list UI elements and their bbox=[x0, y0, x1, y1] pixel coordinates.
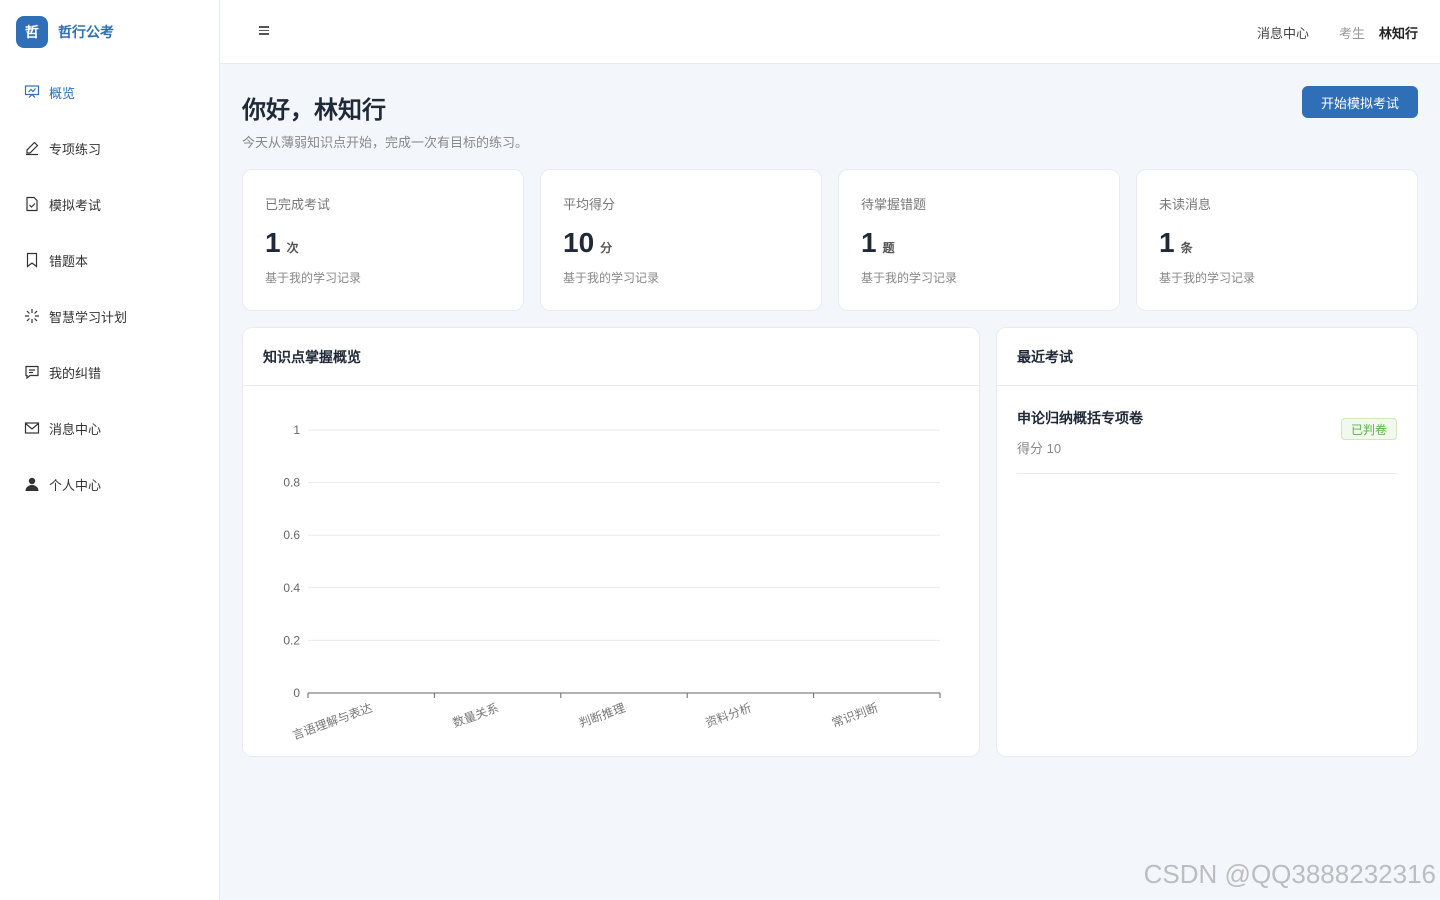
sidebar-item-practice[interactable]: 专项练习 bbox=[0, 120, 219, 176]
sidebar-item-label: 智慧学习计划 bbox=[49, 309, 128, 325]
sidebar-item-label: 消息中心 bbox=[49, 421, 102, 437]
stats-row: 已完成考试 1 次 基于我的学习记录 平均得分 10 分 基于我的学习记录 待掌… bbox=[242, 169, 1418, 311]
brand[interactable]: 哲 哲行公考 bbox=[0, 0, 219, 64]
page-title: 你好，林知行 bbox=[242, 97, 386, 124]
sidebar-item-study-plan[interactable]: 智慧学习计划 bbox=[0, 288, 219, 344]
file-check-icon bbox=[24, 196, 40, 212]
sidebar-item-label: 概览 bbox=[49, 85, 76, 101]
knowledge-chart-card: 知识点掌握概览 0 0.2 0.4 0.6 0.8 1 言语理解与表达 数量关系 判断推理 资料分… bbox=[242, 327, 980, 757]
user-role-label: 考生 bbox=[1338, 25, 1365, 41]
x-tick-label: 言语理解与表达 bbox=[290, 701, 374, 743]
user-name[interactable]: 林知行 bbox=[1379, 23, 1418, 42]
sidebar-item-mock-exam[interactable]: 模拟考试 bbox=[0, 176, 219, 232]
knowledge-bar-chart: 0 0.2 0.4 0.6 0.8 1 言语理解与表达 数量关系 判断推理 资料分析 常识判断 bbox=[283, 423, 941, 743]
sidebar-item-label: 我的纠错 bbox=[49, 365, 102, 381]
y-tick-label: 1 bbox=[293, 423, 300, 437]
stat-unit: 分 bbox=[600, 241, 613, 255]
stat-unit: 题 bbox=[882, 241, 895, 255]
stat-note: 基于我的学习记录 bbox=[265, 271, 362, 285]
user-icon bbox=[24, 476, 40, 492]
exam-score: 得分 10 bbox=[1017, 441, 1062, 456]
stat-value: 10 bbox=[563, 227, 595, 258]
brand-name: 哲行公考 bbox=[58, 24, 114, 40]
y-tick-label: 0.4 bbox=[283, 581, 300, 595]
y-tick-label: 0.6 bbox=[283, 528, 300, 542]
stat-note: 基于我的学习记录 bbox=[1159, 271, 1256, 285]
x-tick-label: 常识判断 bbox=[830, 700, 880, 731]
sidebar-item-messages[interactable]: 消息中心 bbox=[0, 400, 219, 456]
stat-card-unread-messages: 未读消息 1 条 基于我的学习记录 bbox=[1136, 169, 1418, 311]
y-tick-label: 0.2 bbox=[283, 633, 300, 647]
stat-card-pending-mistakes: 待掌握错题 1 题 基于我的学习记录 bbox=[838, 169, 1120, 311]
brand-logo: 哲 bbox=[16, 16, 48, 48]
stat-note: 基于我的学习记录 bbox=[861, 271, 958, 285]
bookmark-icon bbox=[24, 252, 40, 268]
sidebar-item-label: 专项练习 bbox=[49, 141, 102, 157]
recent-exams-title: 最近考试 bbox=[997, 328, 1417, 386]
stat-note: 基于我的学习记录 bbox=[563, 271, 660, 285]
stat-card-completed-exams: 已完成考试 1 次 基于我的学习记录 bbox=[242, 169, 524, 311]
top-header: 消息中心 考生 林知行 bbox=[220, 0, 1440, 64]
sidebar-nav: 概览 专项练习 模拟考试 错题本 智慧学习计划 我的纠错 消息中心 个人中心 bbox=[0, 64, 219, 512]
stat-label: 未读消息 bbox=[1159, 197, 1212, 212]
stat-value: 1 bbox=[265, 227, 281, 258]
presentation-icon bbox=[24, 84, 40, 100]
stat-label: 平均得分 bbox=[563, 197, 616, 212]
stat-card-average-score: 平均得分 10 分 基于我的学习记录 bbox=[540, 169, 822, 311]
sidebar-item-label: 错题本 bbox=[49, 253, 89, 269]
x-tick-label: 判断推理 bbox=[577, 700, 627, 731]
page-subtitle: 今天从薄弱知识点开始，完成一次有目标的练习。 bbox=[242, 135, 529, 150]
list-item[interactable]: 申论归纳概括专项卷 得分 10 已判卷 bbox=[1017, 386, 1397, 474]
x-tick-label: 数量关系 bbox=[450, 700, 500, 731]
sparkle-icon bbox=[24, 308, 40, 324]
y-tick-label: 0.8 bbox=[283, 476, 300, 490]
sidebar-item-mistakes[interactable]: 错题本 bbox=[0, 232, 219, 288]
start-mock-exam-button[interactable]: 开始模拟考试 bbox=[1302, 86, 1418, 118]
knowledge-chart-title: 知识点掌握概览 bbox=[243, 328, 979, 386]
recent-exams-card: 最近考试 申论归纳概括专项卷 得分 10 已判卷 bbox=[996, 327, 1418, 757]
header-right: 消息中心 考生 林知行 bbox=[1257, 0, 1418, 64]
watermark: CSDN @QQ3888232316 bbox=[1143, 859, 1436, 889]
stat-unit: 条 bbox=[1180, 241, 1193, 255]
sidebar-item-profile[interactable]: 个人中心 bbox=[0, 456, 219, 512]
menu-toggle-icon[interactable] bbox=[256, 24, 272, 40]
sidebar-item-overview[interactable]: 概览 bbox=[0, 64, 219, 120]
mail-icon bbox=[24, 420, 40, 436]
sidebar-item-label: 个人中心 bbox=[49, 477, 102, 493]
pen-icon bbox=[24, 140, 40, 156]
sidebar-item-label: 模拟考试 bbox=[49, 197, 102, 213]
sidebar-item-corrections[interactable]: 我的纠错 bbox=[0, 344, 219, 400]
x-tick-label: 资料分析 bbox=[704, 701, 754, 731]
stat-value: 1 bbox=[1159, 227, 1175, 258]
stat-label: 待掌握错题 bbox=[861, 197, 927, 212]
y-tick-label: 0 bbox=[293, 686, 300, 700]
stat-value: 1 bbox=[861, 227, 877, 258]
stat-label: 已完成考试 bbox=[265, 197, 331, 212]
comment-icon bbox=[24, 364, 40, 380]
stat-unit: 次 bbox=[286, 241, 299, 255]
status-badge: 已判卷 bbox=[1340, 418, 1397, 440]
sidebar: 哲 哲行公考 概览 专项练习 模拟考试 错题本 智慧学习计划 我的纠错 消息中心… bbox=[0, 0, 220, 900]
header-message-center-link[interactable]: 消息中心 bbox=[1257, 23, 1309, 42]
